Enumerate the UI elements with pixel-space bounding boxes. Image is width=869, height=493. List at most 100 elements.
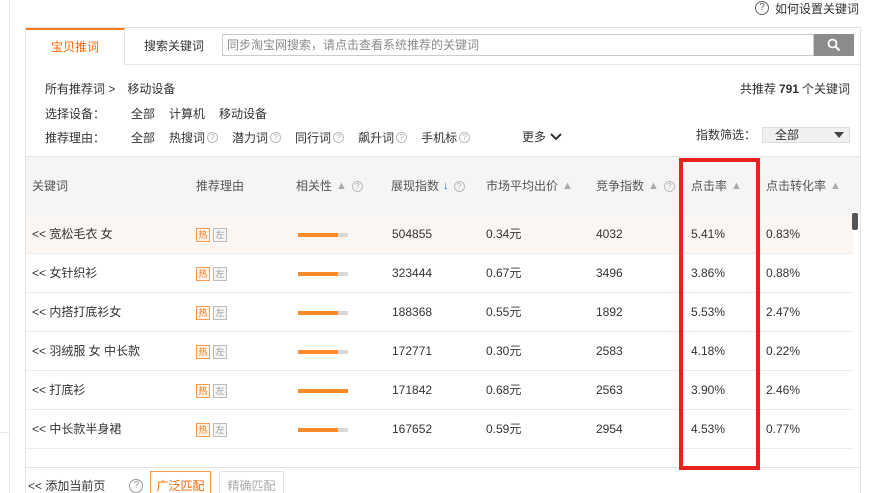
reason-option-rising[interactable]: 飙升词? (358, 129, 408, 146)
keyword-cell[interactable]: << 宽松毛衣 女 (32, 215, 113, 254)
column-impression[interactable]: 展现指数 ↓? (391, 157, 465, 216)
question-icon[interactable]: ? (207, 132, 219, 143)
reason-option-mobile[interactable]: 手机标? (421, 129, 471, 146)
question-icon[interactable]: ? (270, 132, 282, 143)
question-icon[interactable]: ? (396, 132, 408, 143)
relevance-bar-wrap (298, 293, 348, 332)
device-option-all[interactable]: 全部 (131, 105, 155, 122)
left-tag: 左 (213, 344, 227, 359)
impression-cell: 172771 (392, 344, 433, 358)
breadcrumb-current: 移动设备 (127, 82, 176, 96)
relevance-bar-wrap (298, 332, 348, 371)
hot-tag: 热 (196, 266, 210, 281)
search-button[interactable] (814, 34, 854, 56)
breadcrumb-root[interactable]: 所有推荐词 > (45, 80, 115, 97)
reason-option-label: 热搜词 (169, 131, 206, 145)
index-filter-label: 指数筛选： (695, 128, 756, 142)
keyword-cell[interactable]: << 打底衫 (32, 371, 85, 410)
relevance-bar (298, 371, 348, 410)
chevron-down-icon (550, 132, 562, 140)
impression-cell: 167652 (392, 422, 433, 436)
cvr-cell: 0.77% (766, 422, 801, 436)
cvr-cell: 0.83% (766, 227, 801, 241)
help-link-label: 如何设置关键词 (774, 1, 859, 16)
sort-down-icon[interactable]: ↓ (443, 157, 449, 216)
column-label: 推荐理由 (196, 179, 245, 193)
relevance-bar-track (298, 310, 348, 315)
reason-option-label: 飙升词 (358, 131, 395, 145)
relevance-bar-fill (298, 349, 338, 354)
competition-cell: 2583 (596, 344, 623, 358)
sort-up-icon[interactable]: ▲ (648, 157, 659, 216)
tag-group: 热左 (196, 215, 227, 254)
keyword-cell[interactable]: << 内搭打底衫女 (32, 293, 121, 332)
index-filter-select[interactable]: 全部 (762, 126, 850, 143)
reason-option-potential[interactable]: 潜力词? (232, 129, 282, 146)
keyword-cell[interactable]: << 羽绒服 女 中长款 (32, 332, 140, 371)
keyword-cell[interactable]: << 中长款半身裙 (32, 410, 121, 449)
total-count: 共推荐 791 个关键词 (740, 80, 850, 97)
relevance-bar (298, 215, 348, 254)
sort-up-icon[interactable]: ▲ (562, 157, 573, 216)
relevance-bar-wrap (298, 371, 348, 410)
reason-option-label: 潜力词 (232, 131, 269, 145)
relevance-bar-fill (298, 427, 338, 432)
left-tag: 左 (213, 227, 227, 242)
column-relevance[interactable]: 相关性 ▲? (296, 157, 363, 216)
help-link[interactable]: ? 如何设置关键词 (754, 0, 859, 16)
relevance-bar-fill (298, 232, 338, 237)
total-suffix: 个关键词 (801, 82, 850, 96)
index-filter-value: 全部 (775, 127, 800, 142)
hot-tag: 热 (196, 383, 210, 398)
column-label: 相关性 (296, 179, 333, 193)
more-label: 更多 (522, 130, 547, 144)
column-label: 点击转化率 (766, 179, 827, 193)
relevance-bar-fill (298, 271, 338, 276)
search-input[interactable] (223, 35, 813, 55)
competition-cell: 1892 (596, 305, 623, 319)
relevance-bar (298, 293, 348, 332)
question-icon[interactable]: ? (333, 132, 345, 143)
question-icon[interactable]: ? (453, 181, 465, 192)
tag-group: 热左 (196, 410, 227, 449)
reason-filter-label: 推荐理由： (45, 131, 106, 145)
tab-search-keywords[interactable]: 搜索关键词 (127, 28, 221, 65)
column-avg-bid[interactable]: 市场平均出价 ▲ (486, 157, 573, 216)
search-field[interactable] (222, 34, 814, 56)
device-option-computer[interactable]: 计算机 (169, 105, 205, 122)
question-icon: ? (754, 1, 769, 15)
reason-option-all[interactable]: 全部 (131, 129, 155, 146)
index-filter: 指数筛选： 全部 (696, 126, 850, 143)
avg-bid-cell: 0.55元 (486, 305, 522, 319)
column-competition[interactable]: 竞争指数 ▲? (596, 157, 675, 216)
question-icon[interactable]: ? (663, 181, 675, 192)
sort-up-icon[interactable]: ▲ (830, 157, 841, 216)
keyword-cell[interactable]: << 女针织衫 (32, 254, 97, 293)
exact-match-tab[interactable]: 精确匹配 (219, 471, 284, 493)
reason-option-label: 同行词 (295, 131, 332, 145)
reason-option-hot[interactable]: 热搜词? (169, 129, 219, 146)
question-icon[interactable]: ? (459, 132, 471, 143)
broad-match-tab[interactable]: 广泛匹配 (150, 471, 211, 493)
device-option-mobile[interactable]: 移动设备 (219, 105, 267, 122)
column-cvr[interactable]: 点击转化率 ▲ (766, 157, 841, 216)
impression-cell: 504855 (392, 227, 433, 241)
tab-item-keywords[interactable]: 宝贝推词 (26, 28, 125, 65)
impression-cell: 323444 (392, 266, 433, 280)
cvr-cell: 0.22% (766, 344, 801, 358)
hot-tag: 热 (196, 227, 210, 242)
relevance-bar (298, 254, 348, 293)
competition-cell: 2954 (596, 422, 623, 436)
more-filters-button[interactable]: 更多 (522, 128, 562, 145)
question-icon[interactable]: ? (129, 478, 144, 493)
add-current-page-button[interactable]: << 添加当前页 ? (28, 477, 144, 493)
highlight-box-ctr (679, 158, 760, 470)
reason-option-peer[interactable]: 同行词? (295, 129, 345, 146)
scrollbar-thumb[interactable] (852, 213, 858, 230)
breadcrumb: 所有推荐词 > 移动设备 (45, 80, 175, 97)
relevance-bar-track (298, 427, 348, 432)
question-icon[interactable]: ? (351, 181, 363, 192)
competition-cell: 3496 (596, 266, 623, 280)
competition-cell: 2563 (596, 383, 623, 397)
sort-up-icon[interactable]: ▲ (336, 157, 347, 216)
